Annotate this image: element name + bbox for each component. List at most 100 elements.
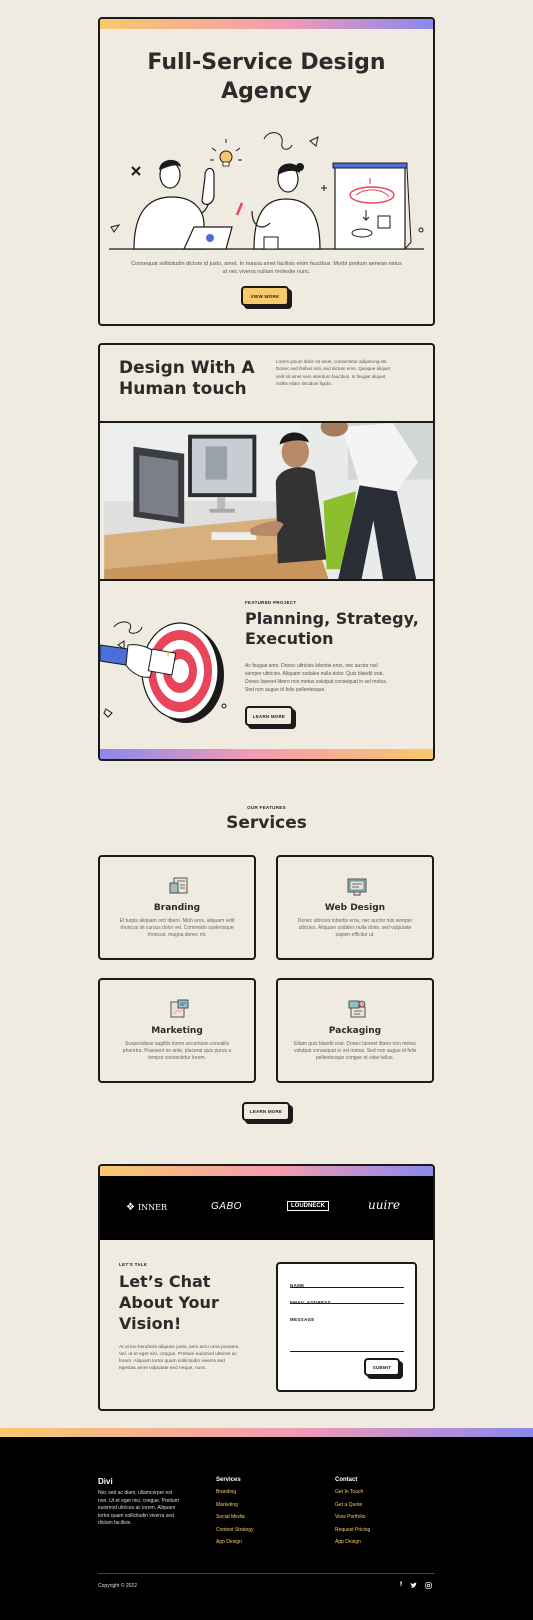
footer: Divi Nec sed ac diam, ullamcorper est no… (0, 1437, 533, 1620)
chat-description: At ut leo hendrerit aliquam justo, sem a… (119, 1344, 259, 1372)
email-field[interactable]: EMAIL ADDRESS (290, 1291, 404, 1305)
service-description-line: Donec ultricies lobortis eros, nec aucto… (297, 918, 413, 924)
branding-icon (169, 877, 188, 894)
footer-link-social-media[interactable]: Social Media (216, 1511, 254, 1524)
human-description: Lorem ipsum dolor sit amet, consectetur … (276, 358, 421, 387)
human-description-line: Donec sed finibus nisi, sed dictum eros.… (276, 366, 391, 372)
hero-description-line2: at nec viverra nullam molestie nunc. (222, 269, 311, 275)
copyright: Copyright © 2022 (98, 1583, 137, 1589)
footer-contact-column: Contact Get In Touch Get a Quote View Po… (335, 1477, 370, 1549)
footer-contact-title: Contact (335, 1477, 358, 1483)
message-field-label: MESSAGE (290, 1317, 315, 1322)
chat-description-line: lorem. Aliquam tortor quam sollicitudin … (119, 1359, 225, 1364)
service-description: Donec ultricies lobortis eros, nec aucto… (294, 918, 416, 939)
service-description-line: Suspendisse sagittis lorem accumsan conv… (124, 1041, 230, 1047)
name-field-label: NAME (290, 1283, 305, 1288)
footer-link-app-design[interactable]: App Design (216, 1536, 254, 1549)
service-description-line: ultricies. Aliquam sodales nulla dolor, … (298, 925, 412, 931)
service-description-line: pharetra. Praesent ex ante, placerat qui… (122, 1048, 232, 1054)
service-description: Et turpis aliquam orci libero. Nibh eros… (116, 918, 238, 939)
chat-title-line2: About Your (119, 1293, 219, 1312)
logo-uuire: uuire (368, 1198, 401, 1212)
featured-description-line: Donec laoreet libero non metus volutpat … (245, 679, 388, 685)
human-title-line1: Design With A (119, 358, 255, 378)
featured-description-line: Sed non augue id felis pellentesque. (245, 687, 326, 693)
footer-gradient-strip (0, 1428, 533, 1437)
inner-logo-icon: ❖ (126, 1202, 135, 1213)
footer-link-view-portfolio[interactable]: View Portfolio (335, 1511, 370, 1524)
human-touch-section: Design With A Human touch Lorem ipsum do… (98, 343, 435, 761)
service-description: Suspendisse sagittis lorem accumsan conv… (116, 1041, 238, 1062)
message-field[interactable]: MESSAGE (290, 1308, 404, 1352)
footer-brand: Divi (98, 1477, 113, 1486)
footer-link-get-in-touch[interactable]: Get In Touch (335, 1486, 370, 1499)
service-description-line: Et turpis aliquam orci libero. Nibh eros… (119, 918, 235, 924)
web-design-icon (347, 878, 367, 896)
featured-title-line2: Execution (245, 629, 334, 648)
services-eyebrow: OUR FEATURES (247, 805, 286, 810)
packaging-icon (348, 1000, 366, 1018)
service-description-line: rhoncus, magna donec mi. (147, 932, 207, 938)
footer-about: Nec sed ac diam, ullamcorper est non. Ut… (98, 1490, 198, 1528)
service-card-web-design[interactable]: Web Design Donec ultricies lobortis eros… (276, 855, 434, 960)
service-title: Marketing (151, 1026, 203, 1036)
footer-link-app-design[interactable]: App Design (335, 1536, 370, 1549)
social-links: f (400, 1582, 432, 1589)
footer-link-get-a-quote[interactable]: Get a Quote (335, 1499, 370, 1512)
featured-eyebrow: FEATURED PROJECT (245, 600, 297, 605)
footer-services-title: Services (216, 1477, 241, 1483)
gradient-strip (100, 1166, 433, 1176)
footer-divider (98, 1573, 435, 1574)
chat-description-line: egestas amet vulputate sed neque, nunc. (119, 1366, 207, 1371)
chat-description-line: Vel, ut et eget nisi, congue. Pretium eu… (119, 1352, 237, 1357)
featured-title-line1: Planning, Strategy, (245, 609, 419, 628)
hero-section: Full-Service Design Agency Consequat sol… (98, 17, 435, 326)
view-work-button[interactable]: VIEW WORK (241, 286, 289, 306)
service-description-line: sapien efficitur ut. (335, 932, 375, 938)
target-illustration (100, 621, 227, 723)
human-description-line: Lorem ipsum dolor sit amet, consectetur … (276, 359, 388, 364)
chat-title-line3: Vision! (119, 1314, 182, 1333)
service-description-line: volutpat consequat in vel metus. Sed non… (294, 1048, 417, 1054)
service-description-line: pellentesque congue et vitae tellus. (315, 1055, 395, 1061)
gradient-strip (100, 749, 433, 759)
contact-form: NAME EMAIL ADDRESS MESSAGE SUBMIT (276, 1262, 417, 1392)
email-field-label: EMAIL ADDRESS (290, 1300, 331, 1305)
chat-eyebrow: LET'S TALK (119, 1262, 148, 1267)
service-card-marketing[interactable]: Marketing Suspendisse sagittis lorem acc… (98, 978, 256, 1083)
footer-link-content-strategy[interactable]: Content Strategy (216, 1524, 254, 1537)
twitter-icon[interactable] (410, 1582, 417, 1589)
featured-description-line: semper ultricies. Aliquam sodales nulla … (245, 671, 384, 677)
footer-services-column: Services Branding Marketing Social Media… (216, 1477, 254, 1549)
service-description: Etiam quis blandit erat. Donec laoreet l… (294, 1041, 416, 1062)
service-title: Web Design (324, 903, 386, 913)
chat-description-line: At ut leo hendrerit aliquam justo, sem a… (119, 1345, 240, 1350)
services-learn-more-button[interactable]: LEARN MORE (242, 1102, 290, 1121)
hero-title-line1: Full-Service Design (147, 50, 386, 75)
human-title-line2: Human touch (119, 379, 247, 399)
hero-title-line2: Agency (221, 79, 312, 104)
featured-learn-more-button[interactable]: LEARN MORE (245, 706, 293, 726)
service-title: Branding (153, 903, 201, 913)
team-illustration (109, 132, 424, 250)
footer-link-request-pricing[interactable]: Request Pricing (335, 1524, 370, 1537)
service-description-line: tempor consectetur lorem. (147, 1055, 207, 1061)
service-title: Packaging (328, 1026, 382, 1036)
footer-about-line: tortor quam sollicitudin viverra sed (98, 1512, 174, 1519)
service-card-packaging[interactable]: Packaging Etiam quis blandit erat. Donec… (276, 978, 434, 1083)
facebook-icon[interactable]: f (400, 1582, 402, 1589)
submit-button[interactable]: SUBMIT (364, 1358, 400, 1376)
footer-link-marketing[interactable]: Marketing (216, 1499, 254, 1512)
featured-description-line: Ac feugiat ante. Donec ultricies loborti… (245, 663, 378, 669)
service-card-branding[interactable]: Branding Et turpis aliquam orci libero. … (98, 855, 256, 960)
footer-about-line: non. Ut et eget nisi, congue. Pretium (98, 1497, 179, 1504)
service-description-line: rhoncus sit cursus dolor vel. Commodo sc… (120, 925, 234, 931)
marketing-icon (170, 999, 189, 1018)
instagram-icon[interactable] (425, 1582, 432, 1589)
logo-inner: ❖ INNER (126, 1202, 167, 1213)
footer-link-branding[interactable]: Branding (216, 1486, 254, 1499)
gradient-strip (100, 19, 433, 29)
hero-description-line1: Consequat sollicitudin dictum id justo, … (131, 261, 402, 267)
name-field[interactable]: NAME (290, 1274, 404, 1288)
client-logos-strip: ❖ INNER GABO LOUDNECK uuire (100, 1176, 433, 1240)
